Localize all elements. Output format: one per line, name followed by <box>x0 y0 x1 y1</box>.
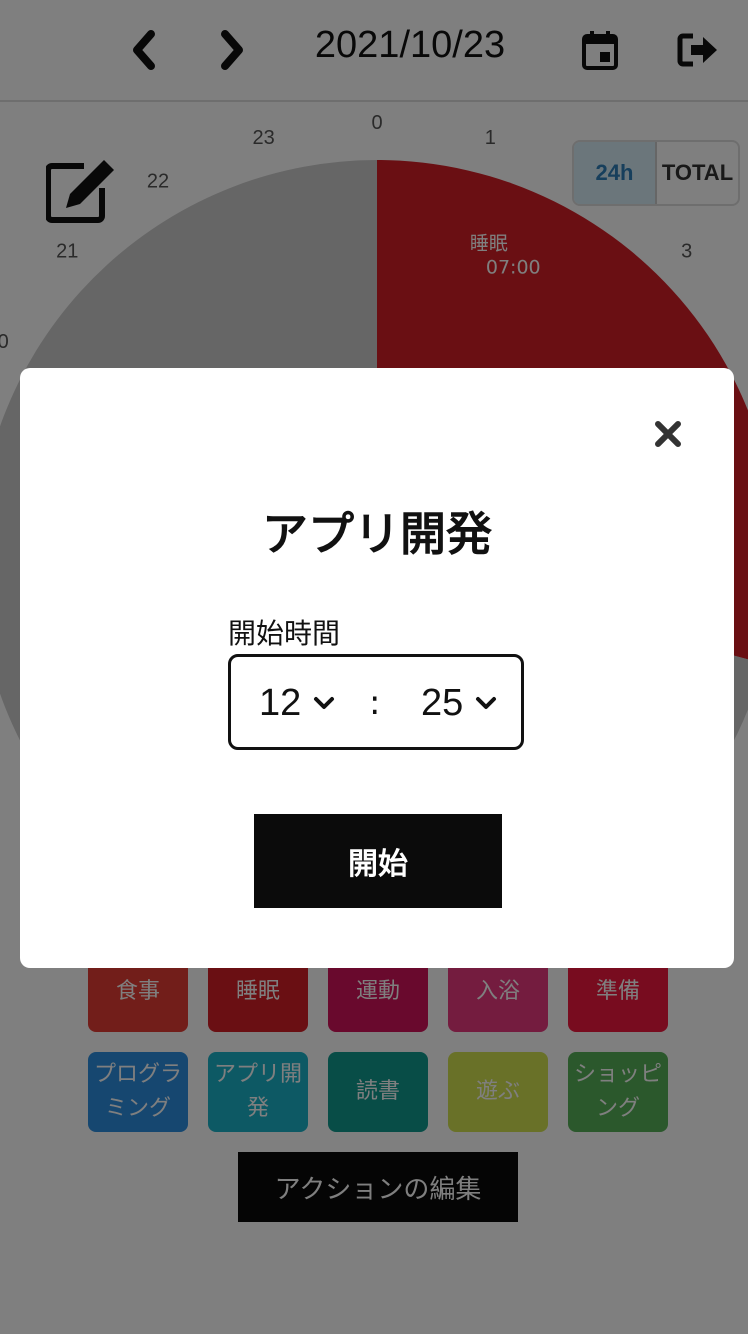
start-action-modal: アプリ開発 開始時間 12 : 25 開始 <box>20 368 734 968</box>
chevron-down-icon <box>476 697 497 709</box>
start-button[interactable]: 開始 <box>254 814 502 908</box>
minute-select[interactable]: 25 <box>421 679 497 727</box>
hour-value: 12 <box>259 681 302 724</box>
minute-value: 25 <box>421 681 464 724</box>
start-time-label: 開始時間 <box>228 617 341 650</box>
hour-select[interactable]: 12 <box>259 679 335 727</box>
start-time-picker: 12 : 25 <box>228 654 524 750</box>
modal-title: アプリ開発 <box>262 507 492 561</box>
chevron-down-icon <box>314 697 335 709</box>
close-button[interactable] <box>650 416 686 452</box>
time-separator: : <box>369 683 381 723</box>
close-icon <box>655 421 681 447</box>
